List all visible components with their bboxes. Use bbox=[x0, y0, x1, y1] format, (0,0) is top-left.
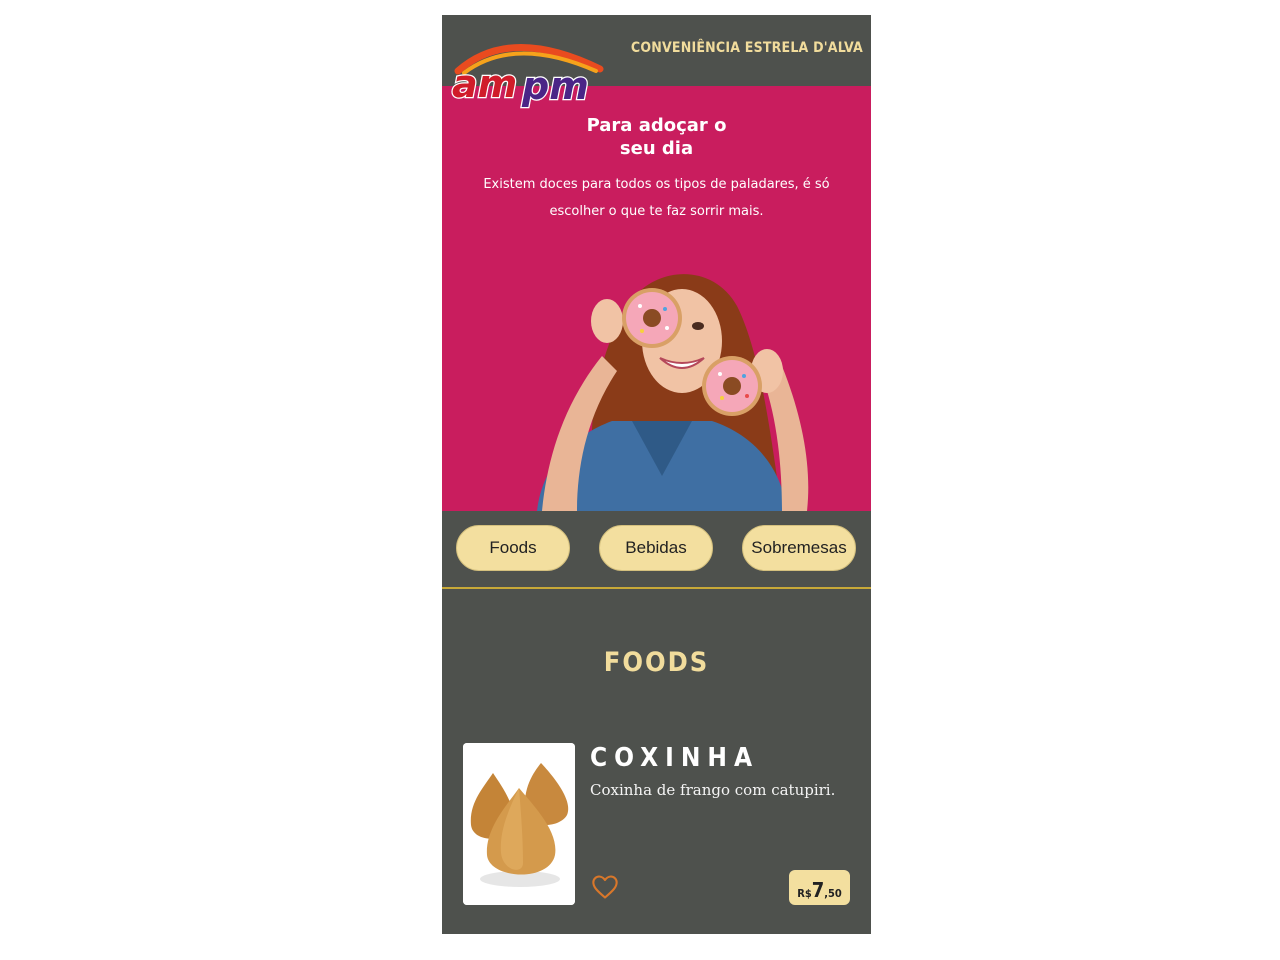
product-description: Coxinha de frango com catupiri. bbox=[590, 781, 836, 799]
app-screen: CONVENIÊNCIA ESTRELA D'ALVA am pm Para a… bbox=[442, 15, 871, 934]
store-name: CONVENIÊNCIA ESTRELA D'ALVA bbox=[630, 40, 863, 56]
category-button-bebidas[interactable]: Bebidas bbox=[599, 525, 713, 571]
woman-with-donuts-image bbox=[537, 274, 809, 511]
svg-text:am: am bbox=[452, 62, 517, 106]
price-decimal: ,50 bbox=[824, 887, 842, 900]
section-title: FOODS bbox=[603, 647, 710, 678]
price-currency: R$ bbox=[797, 887, 812, 900]
svg-text:pm: pm bbox=[521, 64, 589, 108]
product-image-coxinha[interactable] bbox=[463, 743, 575, 905]
hero-banner: Para adoçar o seu dia Existem doces para… bbox=[442, 86, 871, 511]
category-button-foods[interactable]: Foods bbox=[456, 525, 570, 571]
hero-title: Para adoçar o seu dia bbox=[586, 115, 727, 159]
product-name: COXINHA bbox=[590, 743, 760, 773]
ampm-logo[interactable]: am pm bbox=[450, 33, 620, 113]
category-bar: Foods Bebidas Sobremesas bbox=[442, 511, 871, 589]
category-button-sobremesas[interactable]: Sobremesas bbox=[742, 525, 856, 571]
hero-text: Existem doces para todos os tipos de pal… bbox=[483, 177, 830, 219]
heart-outline-icon[interactable] bbox=[591, 873, 619, 901]
price-integer: 7 bbox=[811, 878, 825, 902]
price-badge: R$ 7 ,50 bbox=[789, 870, 850, 905]
